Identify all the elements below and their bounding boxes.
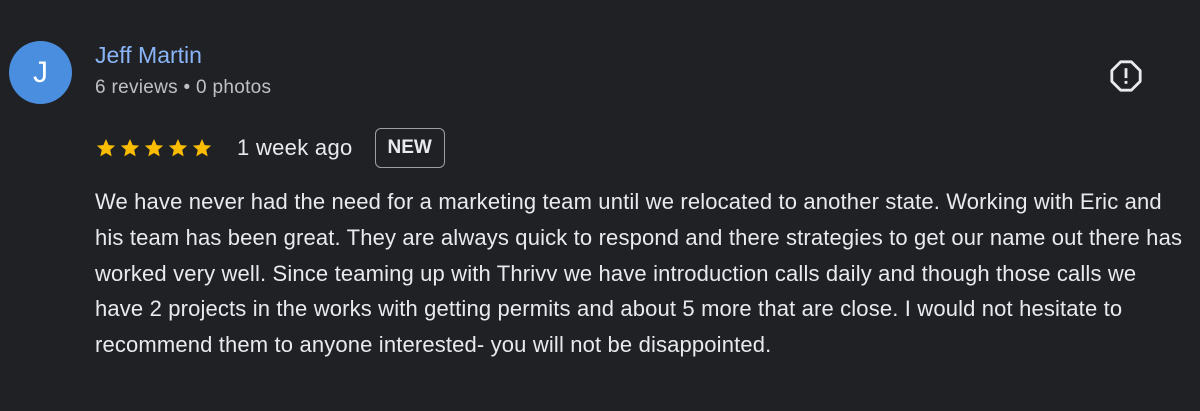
avatar-initial: J [33, 55, 48, 89]
author-name[interactable]: Jeff Martin [95, 42, 202, 69]
star-icon [120, 139, 140, 157]
star-icon [96, 139, 116, 157]
star-icon [192, 139, 212, 157]
report-flag-icon [1110, 60, 1142, 92]
report-button[interactable] [1108, 58, 1144, 94]
star-rating [95, 137, 215, 159]
review-text: We have never had the need for a marketi… [95, 189, 1183, 358]
review-age: 1 week ago [237, 135, 353, 160]
rating-row: 1 week ago NEW [95, 128, 445, 168]
avatar[interactable]: J [9, 41, 72, 104]
star-icon [144, 139, 164, 157]
review-card: J Jeff Martin 6 reviews • 0 photos 1 wee… [0, 0, 1200, 411]
new-badge: NEW [374, 128, 445, 168]
star-icon [168, 139, 188, 157]
author-meta: 6 reviews • 0 photos [95, 77, 272, 98]
